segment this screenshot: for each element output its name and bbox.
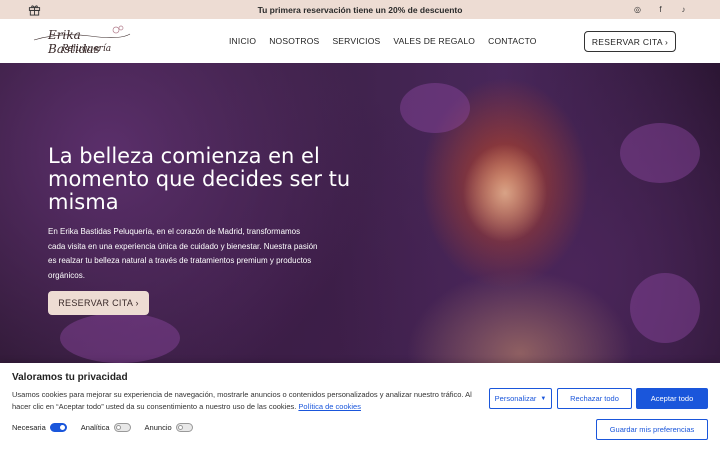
hero-flowers-decoration: [630, 273, 700, 343]
nav-vales-de-regalo[interactable]: VALES DE REGALO: [393, 36, 475, 46]
toggle-switch[interactable]: [49, 423, 67, 432]
nav-inicio[interactable]: INICIO: [229, 36, 256, 46]
cookie-title: Valoramos tu privacidad: [12, 372, 128, 383]
nav-servicios[interactable]: SERVICIOS: [332, 36, 380, 46]
header-reserve-button[interactable]: RESERVAR CITA ›: [584, 31, 676, 52]
cookie-policy-link[interactable]: Política de cookies: [298, 402, 361, 411]
toggle-switch[interactable]: [175, 423, 193, 432]
logo-subtitle: Peluquería: [62, 44, 112, 54]
hero-title: La belleza comienza en el momento que de…: [48, 144, 351, 214]
logo[interactable]: Erika Bastidas Peluquería: [30, 22, 132, 60]
main-nav: INICIO NOSOTROS SERVICIOS VALES DE REGAL…: [229, 19, 550, 63]
site-header: Erika Bastidas Peluquería INICIO NOSOTRO…: [0, 19, 720, 63]
gift-icon: [28, 5, 41, 16]
hero-flowers-decoration: [60, 313, 180, 363]
hero-reserve-button[interactable]: RESERVAR CITA ›: [48, 291, 149, 315]
cookie-body-text: Usamos cookies para mejorar su experienc…: [12, 390, 472, 411]
toggle-analitica: Analítica: [81, 423, 131, 432]
reject-all-button[interactable]: Rechazar todo: [557, 388, 632, 409]
hero-description: En Erika Bastidas Peluquería, en el cora…: [48, 227, 318, 280]
toggle-label: Anuncio: [144, 423, 172, 432]
promo-text: Tu primera reservación tiene un 20% de d…: [257, 4, 463, 15]
toggle-anuncio: Anuncio: [145, 423, 193, 432]
accept-all-button[interactable]: Aceptar todo: [636, 388, 708, 409]
toggle-label: Analítica: [80, 423, 110, 432]
tiktok-icon[interactable]: ♪: [677, 3, 690, 16]
hero-section: La belleza comienza en el momento que de…: [0, 63, 720, 363]
toggle-label: Necesaria: [12, 423, 46, 432]
social-links: ◎ f ♪: [631, 3, 690, 16]
hero-flowers-decoration: [400, 83, 470, 133]
toggle-necesaria: Necesaria: [12, 423, 67, 432]
cookie-body: Usamos cookies para mejorar su experienc…: [12, 389, 472, 413]
instagram-icon[interactable]: ◎: [631, 3, 644, 16]
customize-button[interactable]: Personalizar ▼: [489, 388, 552, 409]
cookie-banner: Valoramos tu privacidad Usamos cookies p…: [0, 363, 720, 450]
nav-contacto[interactable]: CONTACTO: [488, 36, 537, 46]
toggle-switch[interactable]: [113, 423, 131, 432]
save-preferences-button[interactable]: Guardar mis preferencias: [596, 419, 708, 440]
customize-label: Personalizar: [494, 394, 537, 403]
promo-bar: Tu primera reservación tiene un 20% de d…: [0, 0, 720, 19]
facebook-icon[interactable]: f: [654, 3, 667, 16]
nav-nosotros[interactable]: NOSOTROS: [269, 36, 319, 46]
hero-flowers-decoration: [620, 123, 700, 183]
cookie-toggles: Necesaria Analítica Anuncio: [12, 423, 207, 432]
caret-down-icon: ▼: [540, 395, 547, 402]
